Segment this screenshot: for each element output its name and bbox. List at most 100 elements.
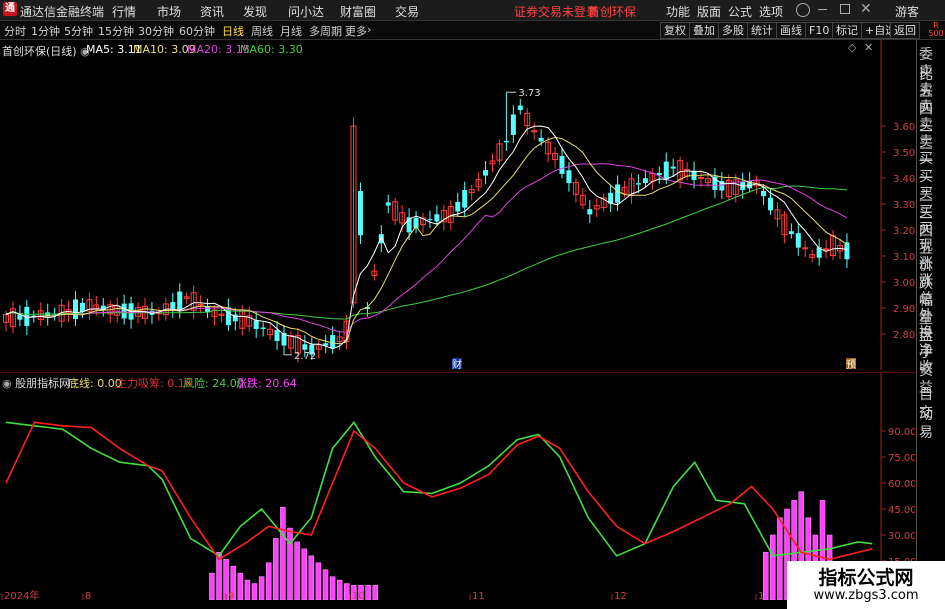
candle-body-down: [260, 327, 266, 330]
close-pane-icon[interactable]: ✕: [864, 41, 873, 54]
histogram-bar: [273, 538, 279, 600]
period-toolbar: 分时 1分钟 5分钟 15分钟 30分钟 60分钟 日线 周线 月线 多周期 更…: [0, 21, 945, 40]
mark-button[interactable]: 标记: [832, 22, 862, 39]
settings-circle-icon[interactable]: ◉: [2, 377, 12, 390]
candle-body-down: [795, 233, 801, 248]
period-more[interactable]: 更多: [345, 23, 367, 39]
diamond-icon[interactable]: ◇: [848, 41, 856, 54]
candle-body-down: [712, 176, 718, 190]
menu-market-quotes[interactable]: 行情: [112, 3, 136, 20]
histogram-bar: [777, 517, 783, 600]
draw-line-button[interactable]: 画线: [776, 22, 806, 39]
low-price-label: 2.72: [294, 351, 316, 362]
kline-chart[interactable]: 3.60 3.50 3.40 3.30 3.20 3.10 3.00 2.90 2.80 3.73…: [0, 40, 915, 370]
minimize-icon[interactable]: [818, 9, 827, 10]
forecast-marker: 预: [846, 359, 856, 370]
user-icon[interactable]: [796, 3, 810, 17]
price-tick-label: 3.40: [893, 174, 915, 185]
indicator-tick-label: 60.00: [888, 479, 915, 490]
main-chart-title: 首创环保(日线) ◉: [2, 43, 90, 59]
menu-functions[interactable]: 功能: [666, 3, 690, 20]
histogram-bar: [372, 585, 378, 600]
menu-news[interactable]: 资讯: [200, 3, 224, 20]
period-1min[interactable]: 1分钟: [31, 23, 60, 39]
price-tick-label: 3.10: [893, 252, 915, 263]
period-weekly[interactable]: 周线: [251, 23, 273, 39]
statistics-button[interactable]: 统计: [747, 22, 777, 39]
histogram-bar: [344, 583, 350, 600]
candle-body-down: [517, 105, 523, 111]
menu-trade[interactable]: 交易: [395, 3, 419, 20]
f10-button[interactable]: F10: [805, 22, 834, 39]
side-bottom-label-1[interactable]: 交易: [919, 402, 945, 442]
adjust-button[interactable]: 复权: [660, 22, 690, 39]
indicator-chart[interactable]: 90.0075.0060.0045.0030.0015.0014:5614:56…: [0, 372, 915, 600]
back-button[interactable]: 返回: [890, 22, 920, 39]
histogram-bar: [308, 555, 315, 600]
candle-body-down: [385, 202, 391, 206]
close-icon[interactable]: ✕: [860, 1, 872, 17]
ma60-line: [5, 185, 848, 320]
period-60min[interactable]: 60分钟: [179, 23, 215, 39]
period-daily[interactable]: 日线: [222, 23, 244, 39]
indicator-tick-label: 90.00: [888, 427, 915, 438]
x-axis-label: 2024年: [4, 589, 39, 600]
candle-body-down: [427, 219, 433, 221]
histogram-bar: [301, 548, 307, 600]
level2-badge[interactable]: R 500: [927, 22, 945, 38]
period-5min[interactable]: 5分钟: [64, 23, 93, 39]
candle-body-down: [302, 344, 308, 350]
price-tick-label: 3.50: [893, 148, 915, 159]
overlay-button[interactable]: 叠加: [689, 22, 719, 39]
candle-body-down: [510, 114, 516, 135]
period-30min[interactable]: 30分钟: [138, 23, 174, 39]
menu-options[interactable]: 选项: [759, 3, 783, 20]
x-axis-label: 10: [352, 591, 365, 600]
histogram-bar: [251, 583, 258, 600]
period-15min[interactable]: 15分钟: [98, 23, 134, 39]
menu-market[interactable]: 市场: [157, 3, 181, 20]
x-axis-label: 9: [228, 591, 234, 600]
candle-body-down: [566, 170, 572, 184]
candle-body-down: [73, 299, 78, 320]
histogram-bar: [237, 572, 244, 600]
period-intraday[interactable]: 分时: [4, 23, 26, 39]
maximize-icon[interactable]: [840, 4, 850, 14]
candle-body-down: [462, 189, 468, 208]
histogram-bar: [244, 579, 251, 600]
candle-body-down: [434, 214, 440, 222]
title-bar: 通 通达信金融终端 行情 市场 资讯 发现 问小达 财富圈 交易 证券交易未登录…: [0, 0, 945, 21]
chevron-right-icon[interactable]: ›: [367, 23, 371, 36]
multi-stock-button[interactable]: 多股: [718, 22, 748, 39]
candle-body-up: [823, 248, 830, 251]
period-multi[interactable]: 多周期: [309, 23, 342, 39]
candle-body-down: [587, 209, 593, 215]
trade-login-warning[interactable]: 证券交易未登录: [514, 3, 598, 20]
menu-discover[interactable]: 发现: [243, 3, 267, 20]
candle-body-down: [761, 190, 767, 197]
candle-body-down: [635, 183, 641, 185]
candle-body-down: [768, 197, 773, 211]
histogram-bar: [365, 585, 371, 600]
candle-body-down: [559, 156, 565, 174]
period-monthly[interactable]: 月线: [280, 23, 302, 39]
finance-marker: 财: [452, 358, 462, 370]
menu-ask-xiaoda[interactable]: 问小达: [288, 3, 324, 20]
accumulation-histogram: [209, 491, 833, 600]
candle-body-down: [642, 178, 648, 183]
menu-wealth-circle[interactable]: 财富圈: [340, 3, 376, 20]
histogram-bar: [265, 562, 272, 600]
histogram-bar: [322, 569, 329, 600]
change-label: 涨跌: 20.64: [236, 377, 297, 390]
price-tick-label: 3.20: [893, 226, 915, 237]
histogram-bar: [770, 534, 776, 600]
guest-label[interactable]: 游客: [895, 3, 919, 20]
candle-body-down: [121, 303, 127, 319]
menu-formula[interactable]: 公式: [728, 3, 752, 20]
menu-layout[interactable]: 版面: [697, 3, 721, 20]
price-tick-label: 3.30: [893, 200, 915, 211]
candle-body-up: [531, 130, 538, 133]
risk-label: 风险: 24.00: [183, 377, 244, 390]
candle-body-down: [357, 191, 363, 236]
candle-body-down: [177, 291, 183, 312]
